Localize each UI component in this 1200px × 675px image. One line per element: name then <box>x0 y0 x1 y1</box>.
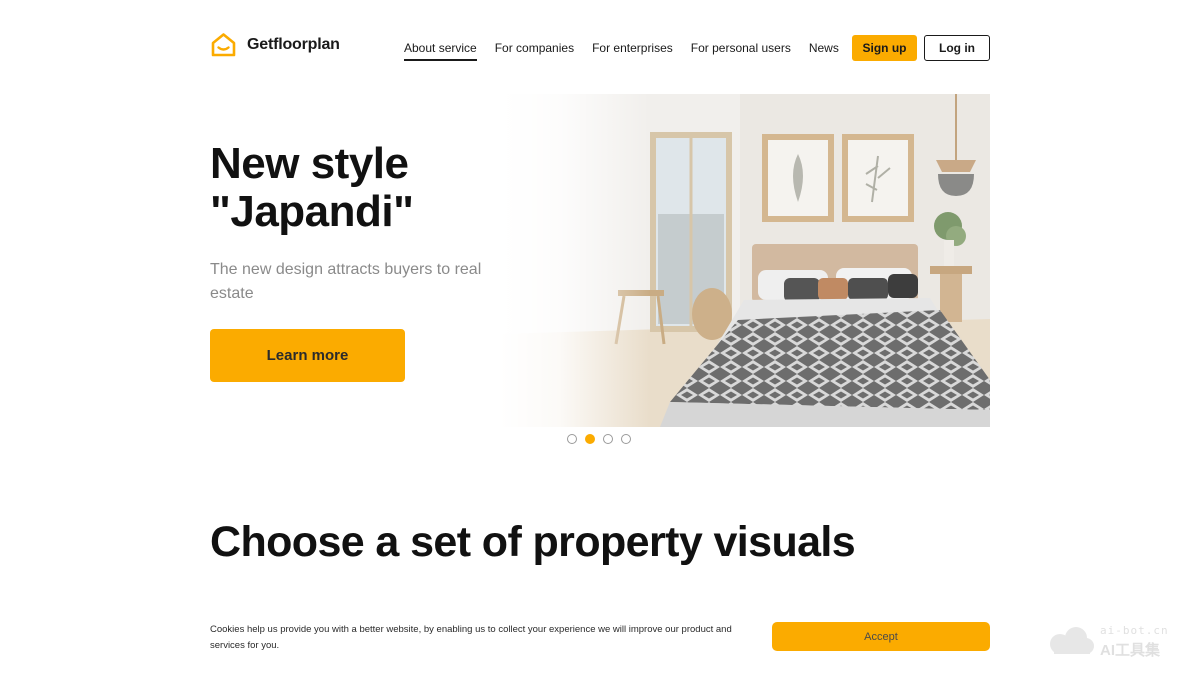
watermark-name: AI工具集 <box>1100 642 1161 659</box>
cookie-banner: Cookies help us provide you with a bette… <box>0 610 1200 675</box>
accept-cookies-button[interactable]: Accept <box>772 622 990 651</box>
hero-title-line-2: "Japandi" <box>210 187 414 236</box>
hero-subtitle: The new design attracts buyers to real e… <box>210 261 482 302</box>
learn-more-button[interactable]: Learn more <box>210 329 405 382</box>
site-header: Getfloorplan About service For companies… <box>210 28 990 68</box>
hero-bedroom-image <box>500 94 990 427</box>
login-button[interactable]: Log in <box>924 35 990 61</box>
cookie-text: Cookies help us provide you with a bette… <box>210 624 732 651</box>
hero-title: New style "Japandi" <box>210 140 414 236</box>
watermark-url: ai-bot.cn <box>1100 624 1169 637</box>
brand-logo[interactable]: Getfloorplan <box>210 31 340 58</box>
carousel-dot-3[interactable] <box>603 434 613 444</box>
bedroom-photo-icon <box>500 94 990 427</box>
nav-item-news[interactable]: News <box>809 37 839 59</box>
house-logo-icon <box>211 33 236 57</box>
robot-logo-icon <box>1050 627 1094 654</box>
nav-item-for-companies[interactable]: For companies <box>495 37 574 59</box>
nav-item-for-personal-users[interactable]: For personal users <box>691 37 791 59</box>
nav-item-for-enterprises[interactable]: For enterprises <box>592 37 673 59</box>
carousel-dot-4[interactable] <box>621 434 631 444</box>
hero-title-line-1: New style <box>210 139 409 188</box>
signup-button[interactable]: Sign up <box>852 35 917 61</box>
carousel-dot-2[interactable] <box>585 434 595 444</box>
nav-item-about-service[interactable]: About service <box>404 37 477 61</box>
brand-name: Getfloorplan <box>247 35 340 53</box>
carousel-dot-1[interactable] <box>567 434 577 444</box>
section-title: Choose a set of property visuals <box>210 518 856 566</box>
main-nav: About service For companies For enterpri… <box>404 28 857 68</box>
watermark: ai-bot.cn AI工具集 <box>1048 622 1188 662</box>
carousel-pagination <box>567 434 631 444</box>
